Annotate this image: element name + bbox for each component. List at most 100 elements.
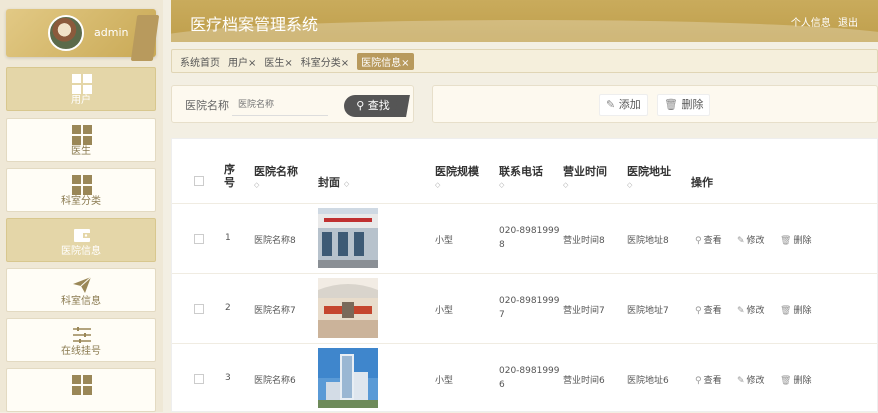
column-header-scale-label: 医院规模: [435, 165, 479, 178]
row-delete-button[interactable]: 🗑 删除: [780, 233, 811, 246]
row-phone-line1: 020-8981999: [499, 226, 560, 236]
hospital-cover-image: [318, 348, 378, 408]
table-row: 2 医院名称7 小型 020-8981999 7 营业时间7 医院地址7 ⚲ 查看…: [172, 273, 877, 343]
edit-button[interactable]: ✎ 修改: [737, 373, 765, 386]
view-button[interactable]: ⚲ 查看: [695, 303, 722, 316]
row-no: 1: [225, 233, 231, 243]
sidebar-item-users[interactable]: 用户: [6, 67, 156, 111]
row-phone-line2: 8: [499, 240, 505, 250]
column-header-name[interactable]: 医院名称 ◇: [254, 163, 298, 189]
column-header-ops: 操作: [691, 176, 713, 189]
row-delete-button-label: 删除: [793, 236, 812, 246]
sidebar-item-label: 在线挂号: [61, 346, 101, 357]
pencil-icon: ✎: [737, 376, 745, 386]
view-button[interactable]: ⚲ 查看: [695, 373, 722, 386]
column-header-no: 序号: [224, 163, 235, 189]
sidebar-item-label: 科室分类: [61, 196, 101, 207]
header: 医疗档案管理系统 个人信息 退出: [171, 0, 878, 42]
edit-button[interactable]: ✎ 修改: [737, 303, 765, 316]
profile-link[interactable]: 个人信息: [791, 18, 831, 29]
row-no: 3: [225, 373, 231, 383]
delete-button-label: 删除: [681, 98, 704, 111]
sidebar-item-online-registration[interactable]: 在线挂号: [6, 318, 156, 362]
row-hours: 营业时间6: [563, 376, 605, 386]
row-scale: 小型: [435, 236, 454, 246]
row-phone-line2: 7: [499, 310, 505, 320]
row-address: 医院地址6: [627, 376, 669, 386]
search-button[interactable]: ⚲ 查找: [344, 95, 402, 117]
user-card: admin: [6, 9, 160, 61]
sidebar-item-department-info[interactable]: 科室信息: [6, 268, 156, 312]
row-checkbox[interactable]: [194, 234, 204, 244]
column-header-cover[interactable]: 封面 ◇: [318, 174, 349, 190]
edit-button-label: 修改: [746, 236, 765, 246]
row-scale: 小型: [435, 306, 454, 316]
tab-department-category[interactable]: 科室分类×: [301, 54, 349, 69]
view-button-label: 查看: [703, 306, 722, 316]
tab-users[interactable]: 用户×: [228, 54, 256, 69]
select-all-checkbox[interactable]: [194, 176, 204, 186]
sort-icon: ◇: [435, 181, 441, 189]
sort-icon: ◇: [627, 181, 633, 189]
sidebar-item-department-category[interactable]: 科室分类: [6, 168, 156, 212]
edit-button[interactable]: ✎ 修改: [737, 233, 765, 246]
search-icon: ⚲: [695, 306, 702, 316]
sidebar-item-label: 科室信息: [61, 296, 101, 307]
row-phone-line1: 020-8981999: [499, 366, 560, 376]
search-icon: ⚲: [695, 376, 702, 386]
sidebar-item-more[interactable]: [6, 368, 156, 412]
edit-button-label: 修改: [746, 306, 765, 316]
avatar[interactable]: [48, 15, 84, 51]
view-button-label: 查看: [703, 236, 722, 246]
logout-link[interactable]: 退出: [838, 18, 858, 29]
row-delete-button[interactable]: 🗑 删除: [780, 303, 811, 316]
column-header-hours[interactable]: 营业时间 ◇: [563, 163, 607, 189]
column-header-name-label: 医院名称: [254, 165, 298, 178]
pencil-icon: ✎: [737, 236, 745, 246]
tab-home[interactable]: 系统首页: [180, 54, 220, 69]
row-name: 医院名称6: [254, 376, 296, 386]
column-header-scale[interactable]: 医院规模 ◇: [435, 163, 479, 189]
sidebar-item-doctors[interactable]: 医生: [6, 118, 156, 162]
table-row: 1 医院名称8 小型 020-8981999 8 营业时间8 医院地址8 ⚲ 查看…: [172, 203, 877, 273]
data-table: 序号 医院名称 ◇ 封面 ◇ 医院规模 ◇ 联系电话 ◇ 营业时间 ◇ 医院地址…: [171, 138, 878, 412]
row-delete-button-label: 删除: [793, 376, 812, 386]
row-address: 医院地址8: [627, 236, 669, 246]
column-header-address[interactable]: 医院地址 ◇: [627, 163, 671, 189]
row-delete-button[interactable]: 🗑 删除: [780, 373, 811, 386]
search-icon: ⚲: [356, 99, 365, 112]
search-input[interactable]: [232, 94, 328, 116]
add-button[interactable]: ✎ 添加: [599, 94, 648, 116]
column-header-address-label: 医院地址: [627, 165, 671, 178]
page-title: 医疗档案管理系统: [190, 15, 319, 34]
sidebar-item-hospital-info[interactable]: 医院信息: [6, 218, 156, 262]
column-header-phone-label: 联系电话: [499, 165, 543, 178]
row-checkbox[interactable]: [194, 374, 204, 384]
sort-icon: ◇: [254, 181, 260, 189]
row-address: 医院地址7: [627, 306, 669, 316]
edit-button-label: 修改: [746, 376, 765, 386]
hospital-cover-image: [318, 278, 378, 338]
view-button[interactable]: ⚲ 查看: [695, 233, 722, 246]
column-header-phone[interactable]: 联系电话 ◇: [499, 163, 543, 189]
row-name: 医院名称7: [254, 306, 296, 316]
pencil-icon: ✎: [737, 306, 745, 316]
view-button-label: 查看: [703, 376, 722, 386]
sort-icon: ◇: [499, 181, 505, 189]
column-header-hours-label: 营业时间: [563, 165, 607, 178]
breadcrumb: 系统首页 用户× 医生× 科室分类× 医院信息×: [171, 49, 878, 73]
row-scale: 小型: [435, 376, 454, 386]
tab-hospital-info[interactable]: 医院信息×: [357, 52, 414, 70]
user-name: admin: [94, 26, 129, 39]
table-row: 3 医院名称6 小型 020-8981999 6 营业时间6 医院地址6 ⚲ 查看…: [172, 343, 877, 413]
sort-icon: ◇: [343, 180, 350, 188]
row-checkbox[interactable]: [194, 304, 204, 314]
tab-doctors[interactable]: 医生×: [264, 54, 292, 69]
grid-icon: [72, 375, 92, 395]
header-links: 个人信息 退出: [787, 14, 858, 29]
row-phone-line2: 6: [499, 380, 505, 390]
trash-icon: 🗑: [664, 98, 678, 111]
delete-button[interactable]: 🗑 删除: [657, 94, 711, 116]
column-header-cover-label: 封面: [318, 176, 340, 189]
sidebar-item-label: 用户: [71, 95, 91, 106]
